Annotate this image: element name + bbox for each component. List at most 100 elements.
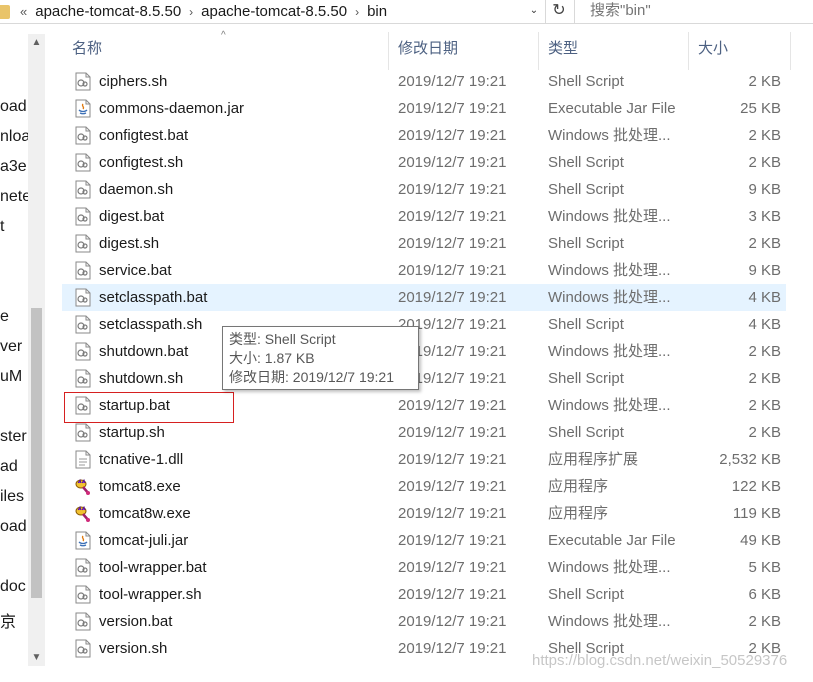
- file-modified-date: 2019/12/7 19:21: [398, 235, 507, 252]
- file-name: tomcat8.exe: [99, 478, 181, 495]
- file-type: 应用程序扩展: [548, 451, 639, 468]
- file-row[interactable]: configtest.bat 2019/12/7 19:21 Windows 批处理…: [62, 122, 786, 149]
- file-row[interactable]: daemon.sh 2019/12/7 19:21 Shell Script 9 KB: [62, 176, 786, 203]
- file-size: 9 KB: [748, 181, 781, 198]
- file-row[interactable]: tomcat8.exe 2019/12/7 19:21 应用程序 122 KB: [62, 473, 786, 500]
- file-row[interactable]: version.bat 2019/12/7 19:21 Windows 批处理...…: [62, 608, 786, 635]
- breadcrumb-overflow-button[interactable]: «: [20, 4, 27, 19]
- file-row[interactable]: shutdown.sh 2019/12/7 19:21 Shell Script 2 …: [62, 365, 786, 392]
- breadcrumb-item[interactable]: apache-tomcat-8.5.50: [201, 3, 347, 20]
- file-modified-date: 2019/12/7 19:21: [398, 613, 507, 630]
- file-row[interactable]: configtest.sh 2019/12/7 19:21 Shell Script…: [62, 149, 786, 176]
- file-name: startup.sh: [99, 424, 165, 441]
- file-type: Windows 批处理...: [548, 262, 671, 279]
- file-size: 2 KB: [748, 73, 781, 90]
- file-name: configtest.sh: [99, 154, 184, 171]
- file-name: digest.sh: [99, 235, 160, 252]
- file-type: Shell Script: [548, 73, 624, 90]
- file-size: 122 KB: [731, 478, 781, 495]
- file-row[interactable]: tool-wrapper.sh 2019/12/7 19:21 Shell Scri…: [62, 581, 786, 608]
- nav-item[interactable]: uM: [0, 368, 28, 386]
- file-modified-date: 2019/12/7 19:21: [398, 451, 507, 468]
- file-row[interactable]: tomcat-juli.jar 2019/12/7 19:21 Executable…: [62, 527, 786, 554]
- file-size: 2 KB: [748, 154, 781, 171]
- column-header-size[interactable]: 大小: [688, 24, 790, 74]
- file-row[interactable]: commons-daemon.jar 2019/12/7 19:21 Executa…: [62, 95, 786, 122]
- java-jar-icon: [74, 99, 92, 118]
- nav-item[interactable]: ster: [0, 428, 28, 446]
- column-header-type[interactable]: 类型: [538, 24, 688, 74]
- nav-item[interactable]: 京: [0, 608, 28, 632]
- file-modified-date: 2019/12/7 19:21: [398, 532, 507, 549]
- scroll-up-icon[interactable]: ▲: [28, 34, 45, 51]
- search-input[interactable]: [590, 2, 790, 19]
- nav-scrollbar-thumb[interactable]: [31, 308, 42, 598]
- script-icon: [74, 423, 92, 442]
- file-row[interactable]: ciphers.sh 2019/12/7 19:21 Shell Script 2 K…: [62, 68, 786, 95]
- chevron-down-icon[interactable]: ⌄: [527, 4, 541, 18]
- breadcrumb-separator[interactable]: ›: [189, 5, 193, 19]
- script-icon: [74, 261, 92, 280]
- script-icon: [74, 639, 92, 658]
- nav-item[interactable]: t: [0, 218, 28, 236]
- file-size: 2 KB: [748, 235, 781, 252]
- file-type: Executable Jar File: [548, 100, 676, 117]
- navigation-pane: oad nloa a3e nete t e ver uM ster ad ile…: [0, 24, 48, 682]
- file-size: 9 KB: [748, 262, 781, 279]
- nav-item[interactable]: a3e: [0, 158, 28, 176]
- file-row[interactable]: service.bat 2019/12/7 19:21 Windows 批处理...…: [62, 257, 786, 284]
- file-row[interactable]: digest.sh 2019/12/7 19:21 Shell Script 2 KB: [62, 230, 786, 257]
- file-type: Windows 批处理...: [548, 289, 671, 306]
- file-name: digest.bat: [99, 208, 165, 225]
- file-type: Windows 批处理...: [548, 559, 671, 576]
- script-icon: [74, 612, 92, 631]
- script-icon: [74, 180, 92, 199]
- refresh-button[interactable]: ↻: [548, 0, 570, 24]
- scroll-down-icon[interactable]: ▼: [28, 649, 45, 666]
- file-size: 2 KB: [748, 343, 781, 360]
- search-box[interactable]: [574, 0, 813, 24]
- folder-icon: [0, 4, 10, 19]
- file-modified-date: 2019/12/7 19:21: [398, 424, 507, 441]
- file-modified-date: 2019/12/7 19:21: [398, 289, 507, 306]
- column-header-date[interactable]: 修改日期: [388, 24, 538, 74]
- file-modified-date: 2019/12/7 19:21: [398, 100, 507, 117]
- file-name: version.sh: [99, 640, 168, 657]
- file-row[interactable]: startup.sh 2019/12/7 19:21 Shell Script 2 K…: [62, 419, 786, 446]
- nav-item[interactable]: iles: [0, 488, 28, 506]
- nav-item[interactable]: ad: [0, 458, 28, 476]
- breadcrumb-item-current[interactable]: bin: [367, 3, 387, 20]
- file-size: 2 KB: [748, 370, 781, 387]
- tooltip-type: 类型: Shell Script: [229, 331, 336, 347]
- nav-item[interactable]: doc: [0, 578, 28, 596]
- script-icon: [74, 369, 92, 388]
- script-icon: [74, 342, 92, 361]
- column-header-name[interactable]: 名称: [62, 24, 388, 74]
- nav-item[interactable]: oad: [0, 518, 28, 536]
- file-name: tomcat-juli.jar: [99, 532, 189, 549]
- nav-item[interactable]: nloa: [0, 128, 28, 146]
- file-type: Windows 批处理...: [548, 208, 671, 225]
- file-modified-date: 2019/12/7 19:21: [398, 262, 507, 279]
- file-type: Shell Script: [548, 181, 624, 198]
- file-row[interactable]: shutdown.bat 2019/12/7 19:21 Windows 批处理..…: [62, 338, 786, 365]
- nav-item[interactable]: oad: [0, 98, 28, 116]
- nav-scrollbar[interactable]: ▲ ▼: [28, 34, 45, 666]
- file-row[interactable]: digest.bat 2019/12/7 19:21 Windows 批处理... 3…: [62, 203, 786, 230]
- column-divider[interactable]: [790, 32, 791, 70]
- breadcrumb-separator[interactable]: ›: [355, 5, 359, 19]
- file-size: 4 KB: [748, 316, 781, 333]
- file-row[interactable]: tool-wrapper.bat 2019/12/7 19:21 Windows 批…: [62, 554, 786, 581]
- breadcrumb-item[interactable]: apache-tomcat-8.5.50: [35, 3, 181, 20]
- nav-item[interactable]: nete: [0, 188, 28, 206]
- file-size: 2 KB: [748, 424, 781, 441]
- file-row[interactable]: setclasspath.bat 2019/12/7 19:21 Windows 批…: [62, 284, 786, 311]
- nav-item[interactable]: e: [0, 308, 28, 326]
- file-row[interactable]: tomcat8w.exe 2019/12/7 19:21 应用程序 119 KB: [62, 500, 786, 527]
- file-type: Executable Jar File: [548, 532, 676, 549]
- nav-item[interactable]: ver: [0, 338, 28, 356]
- file-row[interactable]: setclasspath.sh 2019/12/7 19:21 Shell Scri…: [62, 311, 786, 338]
- file-row[interactable]: tcnative-1.dll 2019/12/7 19:21 应用程序扩展 2,532…: [62, 446, 786, 473]
- file-modified-date: 2019/12/7 19:21: [398, 208, 507, 225]
- breadcrumb[interactable]: « apache-tomcat-8.5.50 › apache-tomcat-8…: [0, 0, 546, 24]
